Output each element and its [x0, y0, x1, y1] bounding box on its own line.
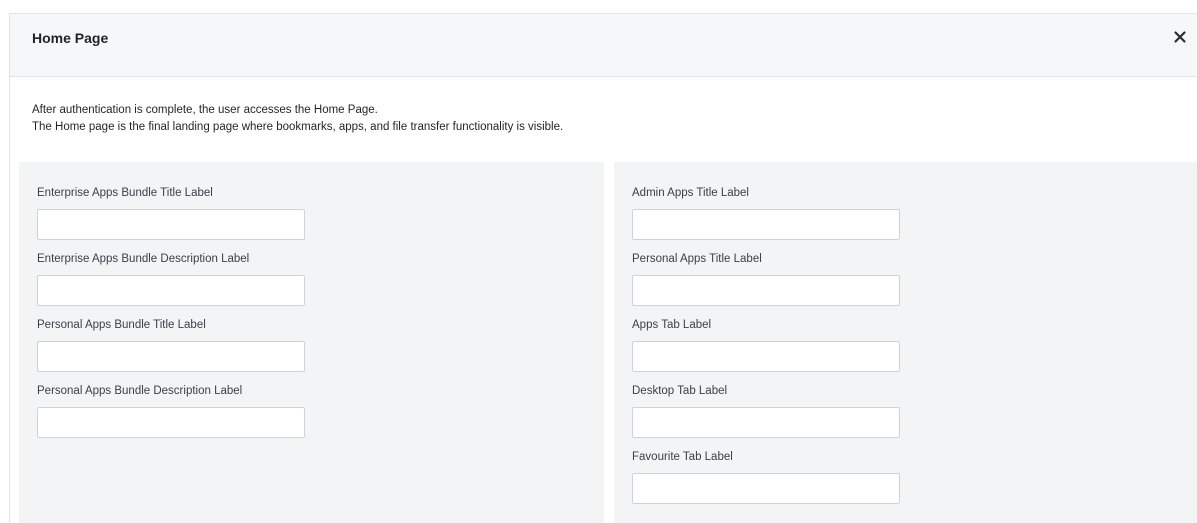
field-label: Favourite Tab Label [632, 451, 733, 463]
field-label: Personal Apps Bundle Description Label [37, 385, 243, 397]
field-label: Desktop Tab Label [632, 385, 728, 397]
intro-text: After authentication is complete, the us… [32, 102, 563, 136]
personal-apps-title-field: Personal Apps Title Label [632, 253, 900, 306]
dialog-header: Home Page [10, 14, 1197, 77]
favourite-tab-label-input[interactable] [632, 473, 900, 504]
left-panel: Enterprise Apps Bundle Title Label Enter… [19, 162, 604, 523]
field-label: Personal Apps Title Label [632, 253, 762, 265]
home-page-dialog: Home Page After authentication is comple… [9, 13, 1197, 523]
intro-line-1: After authentication is complete, the us… [32, 104, 378, 116]
enterprise-apps-bundle-title-field: Enterprise Apps Bundle Title Label [37, 187, 305, 240]
field-label: Apps Tab Label [632, 319, 712, 331]
close-button[interactable] [1169, 26, 1191, 48]
field-label: Admin Apps Title Label [632, 187, 749, 199]
enterprise-apps-bundle-title-input[interactable] [37, 209, 305, 240]
favourite-tab-label-field: Favourite Tab Label [632, 451, 900, 504]
apps-tab-label-field: Apps Tab Label [632, 319, 900, 372]
personal-apps-bundle-title-field: Personal Apps Bundle Title Label [37, 319, 305, 372]
field-label: Enterprise Apps Bundle Description Label [37, 253, 250, 265]
enterprise-apps-bundle-description-input[interactable] [37, 275, 305, 306]
personal-apps-title-input[interactable] [632, 275, 900, 306]
desktop-tab-label-field: Desktop Tab Label [632, 385, 900, 438]
personal-apps-bundle-title-input[interactable] [37, 341, 305, 372]
close-icon [1174, 31, 1186, 43]
admin-apps-title-field: Admin Apps Title Label [632, 187, 900, 240]
field-label: Enterprise Apps Bundle Title Label [37, 187, 213, 199]
admin-apps-title-input[interactable] [632, 209, 900, 240]
enterprise-apps-bundle-description-field: Enterprise Apps Bundle Description Label [37, 253, 305, 306]
apps-tab-label-input[interactable] [632, 341, 900, 372]
dialog-title: Home Page [32, 30, 109, 46]
personal-apps-bundle-description-input[interactable] [37, 407, 305, 438]
field-label: Personal Apps Bundle Title Label [37, 319, 206, 331]
intro-line-2: The Home page is the final landing page … [32, 121, 564, 133]
right-panel: Admin Apps Title Label Personal Apps Tit… [614, 162, 1197, 523]
personal-apps-bundle-description-field: Personal Apps Bundle Description Label [37, 385, 305, 438]
desktop-tab-label-input[interactable] [632, 407, 900, 438]
